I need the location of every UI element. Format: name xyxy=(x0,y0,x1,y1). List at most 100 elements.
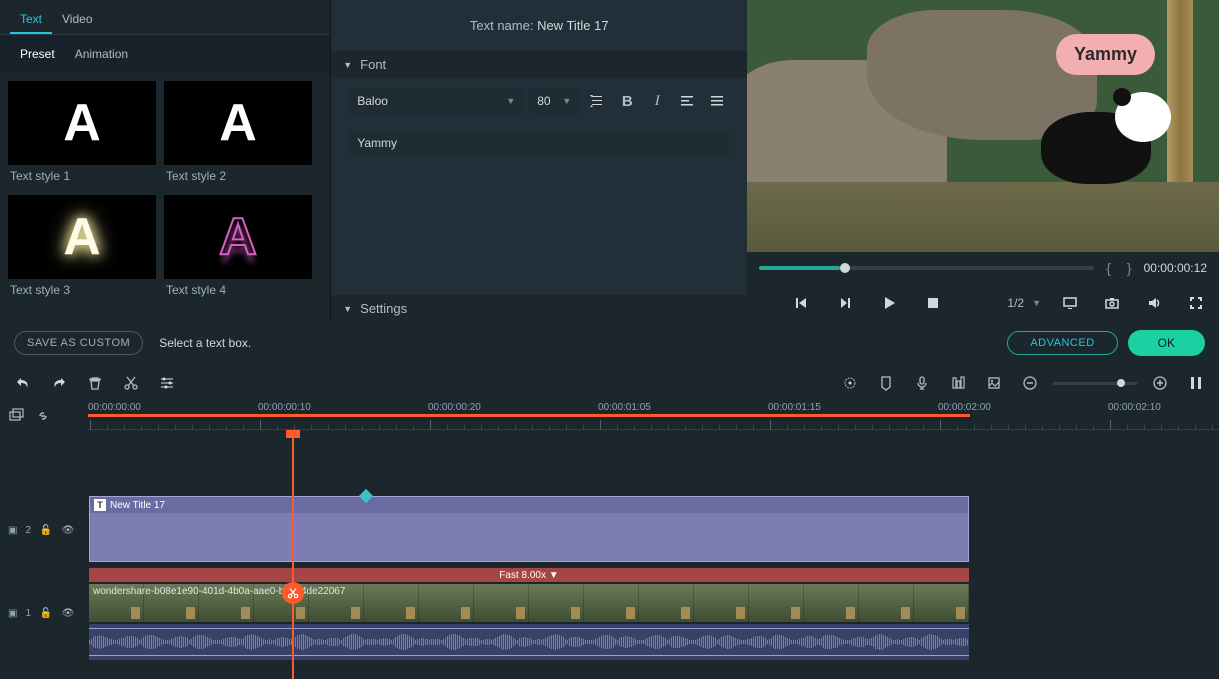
preview-panel: Yammy { } 00:00:00:12 1/2 ▼ xyxy=(747,0,1219,322)
ruler-row: 00:00:00:0000:00:00:1000:00:00:2000:00:0… xyxy=(0,402,1219,430)
snapshot-button[interactable] xyxy=(1099,290,1125,316)
ruler-tick xyxy=(260,420,261,430)
tracks-area: ▣2 🔓 👁 ▣1 🔓 👁 T New Title 17 xyxy=(0,430,1219,679)
prev-frame-button[interactable] xyxy=(788,290,814,316)
bold-button[interactable]: B xyxy=(615,89,639,113)
track-type-icon: ▣ xyxy=(8,525,17,536)
tracks-body[interactable]: T New Title 17 Fast 8.00x ▼ wondershare-… xyxy=(88,430,1219,679)
chevron-down-icon: ▼ xyxy=(506,96,515,106)
render-button[interactable] xyxy=(837,370,863,396)
clip-thumbnail xyxy=(584,584,639,622)
manage-tracks-button[interactable] xyxy=(8,407,26,425)
lock-track-button[interactable]: 🔓 xyxy=(39,600,53,626)
clip-thumbnail xyxy=(474,584,529,622)
time-ruler[interactable]: 00:00:00:0000:00:00:1000:00:00:2000:00:0… xyxy=(88,402,1219,430)
adjust-button[interactable] xyxy=(154,370,180,396)
mark-out-button[interactable]: } xyxy=(1123,260,1136,276)
font-size-value: 80 xyxy=(537,94,550,108)
delete-button[interactable] xyxy=(82,370,108,396)
zoom-in-button[interactable] xyxy=(1147,370,1173,396)
clip-thumbnail xyxy=(914,584,969,622)
track-2: T New Title 17 xyxy=(88,496,1219,564)
ruler-tick-label: 00:00:00:20 xyxy=(428,402,481,413)
ruler-tick xyxy=(940,420,941,430)
video-preview[interactable]: Yammy xyxy=(747,0,1219,252)
video-clip[interactable]: wondershare-b08e1e90-401d-4b0a-aae0-b4ea… xyxy=(89,584,969,622)
clip-thumbnail xyxy=(419,584,474,622)
zoom-fit-button[interactable] xyxy=(1183,370,1209,396)
audio-bound xyxy=(89,655,969,656)
cut-button[interactable] xyxy=(118,370,144,396)
advanced-button[interactable]: ADVANCED xyxy=(1007,331,1117,355)
track-head-2: ▣ 2 🔓 👁 xyxy=(0,496,88,564)
title-clip[interactable]: T New Title 17 xyxy=(89,496,969,562)
style-card-2[interactable]: A Text style 2 xyxy=(164,81,312,187)
speed-indicator[interactable]: Fast 8.00x ▼ xyxy=(89,568,969,582)
clip-filename: wondershare-b08e1e90-401d-4b0a-aae0-b4ea… xyxy=(93,586,345,597)
clip-header: T New Title 17 xyxy=(90,497,968,513)
stop-button[interactable] xyxy=(920,290,946,316)
tab-video[interactable]: Video xyxy=(52,6,102,34)
fullscreen-button[interactable] xyxy=(1183,290,1209,316)
scene-ground xyxy=(747,182,1219,252)
crop-button[interactable] xyxy=(981,370,1007,396)
subtab-animation[interactable]: Animation xyxy=(65,39,138,69)
style-card-1[interactable]: A Text style 1 xyxy=(8,81,156,187)
style-label: Text style 3 xyxy=(8,279,156,301)
scrub-bar[interactable] xyxy=(759,266,1094,270)
callout-bubble[interactable]: Yammy xyxy=(1056,34,1155,75)
line-spacing-button[interactable] xyxy=(585,89,609,113)
style-card-3[interactable]: A Text style 3 xyxy=(8,195,156,301)
mark-in-button[interactable]: { xyxy=(1102,260,1115,276)
tab-text[interactable]: Text xyxy=(10,6,52,34)
play-button[interactable] xyxy=(876,290,902,316)
subtab-preset[interactable]: Preset xyxy=(10,39,65,69)
italic-button[interactable]: I xyxy=(645,89,669,113)
font-size-select[interactable]: 80▼ xyxy=(529,88,579,114)
font-family-select[interactable]: Baloo ▼ xyxy=(349,88,523,114)
undo-button[interactable] xyxy=(10,370,36,396)
lock-track-button[interactable]: 🔓 xyxy=(39,517,53,543)
hint-text: Select a text box. xyxy=(159,336,251,350)
scrub-handle[interactable] xyxy=(840,263,850,273)
step-button[interactable] xyxy=(832,290,858,316)
zoom-out-button[interactable] xyxy=(1017,370,1043,396)
style-card-4[interactable]: A Text style 4 xyxy=(164,195,312,301)
voiceover-button[interactable] xyxy=(909,370,935,396)
chevron-down-icon: ▼ xyxy=(1032,298,1041,308)
redo-button[interactable] xyxy=(46,370,72,396)
playhead-handle[interactable] xyxy=(286,430,300,438)
style-panel: Text Video Preset Animation A Text style… xyxy=(0,0,330,322)
audio-mixer-button[interactable] xyxy=(945,370,971,396)
disclosure-triangle-icon: ▼ xyxy=(343,60,352,70)
align-left-button[interactable] xyxy=(675,89,699,113)
track-number: 2 xyxy=(25,525,31,536)
toggle-visibility-button[interactable]: 👁 xyxy=(61,600,75,626)
font-section-header[interactable]: ▼ Font xyxy=(331,51,747,78)
ruler-tick-label: 00:00:00:10 xyxy=(258,402,311,413)
link-button[interactable] xyxy=(34,407,52,425)
settings-section-header[interactable]: ▼ Settings xyxy=(331,295,747,322)
toggle-visibility-button[interactable]: 👁 xyxy=(61,517,75,543)
zoom-handle[interactable] xyxy=(1117,379,1125,387)
align-justify-button[interactable] xyxy=(705,89,729,113)
preview-quality-value: 1/2 xyxy=(1007,296,1024,310)
text-content-input[interactable]: Yammy xyxy=(349,130,729,156)
font-family-value: Baloo xyxy=(357,94,388,108)
audio-clip[interactable] xyxy=(89,624,969,660)
text-name-row: Text name: New Title 17 xyxy=(331,0,747,51)
styles-grid: A Text style 1 A Text style 2 A Text sty… xyxy=(0,73,330,301)
zoom-slider[interactable] xyxy=(1053,382,1137,385)
action-row: SAVE AS CUSTOM Select a text box. ADVANC… xyxy=(0,322,1219,364)
marker-button[interactable] xyxy=(873,370,899,396)
audio-bound xyxy=(89,628,969,629)
timeline: 00:00:00:0000:00:00:1000:00:00:2000:00:0… xyxy=(0,402,1219,679)
settings-section-label: Settings xyxy=(360,301,407,316)
preview-quality-select[interactable]: 1/2 ▼ xyxy=(1007,296,1041,310)
save-as-custom-button[interactable]: SAVE AS CUSTOM xyxy=(14,331,143,355)
volume-button[interactable] xyxy=(1141,290,1167,316)
ok-button[interactable]: OK xyxy=(1128,330,1205,356)
preview-timecode: 00:00:00:12 xyxy=(1144,261,1207,275)
screen-button[interactable] xyxy=(1057,290,1083,316)
track-heads: ▣2 🔓 👁 ▣1 🔓 👁 xyxy=(0,430,88,679)
